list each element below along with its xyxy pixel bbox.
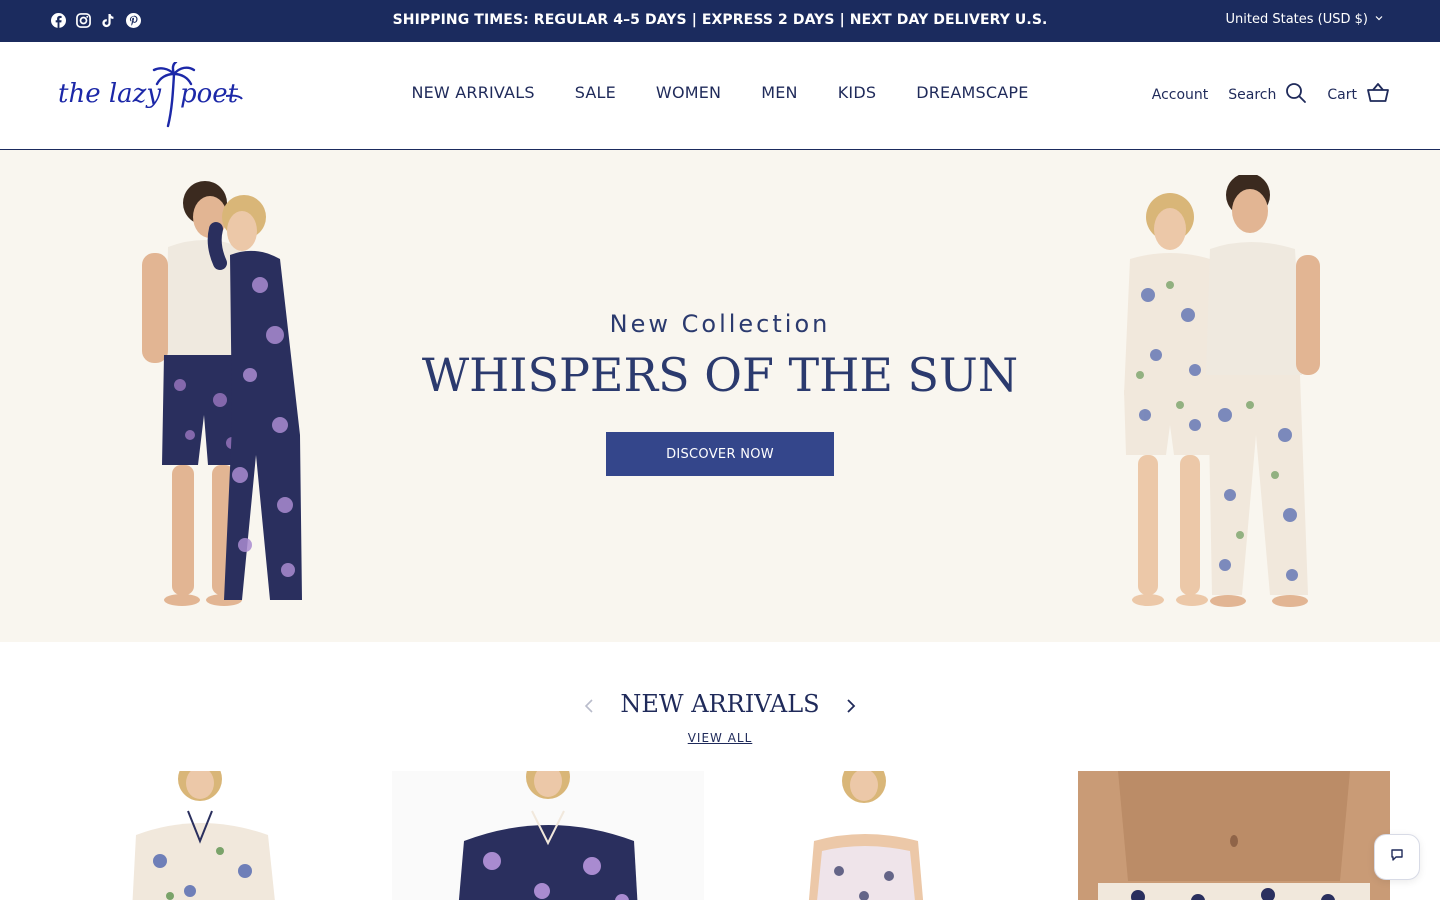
search-button[interactable]: Search (1228, 82, 1307, 108)
chat-bubble-icon (1389, 847, 1405, 867)
basket-icon (1366, 82, 1390, 108)
cart-label: Cart (1327, 87, 1357, 103)
new-arrivals-title: NEW ARRIVALS (620, 690, 820, 718)
nav-item-women[interactable]: WOMEN (656, 83, 721, 102)
svg-text:poet: poet (180, 79, 239, 109)
header-tools: Account Search Cart (1152, 82, 1390, 108)
product-image (458, 771, 638, 900)
shipping-announcement: SHIPPING TIMES: REGULAR 4–5 DAYS | EXPRE… (392, 12, 1048, 28)
product-image (132, 771, 275, 900)
account-link[interactable]: Account (1152, 87, 1209, 103)
product-card[interactable] (704, 771, 1016, 900)
product-card[interactable] (50, 771, 362, 900)
nav-item-men[interactable]: MEN (761, 83, 797, 102)
nav-item-sale[interactable]: SALE (575, 83, 616, 102)
cart-button[interactable]: Cart (1327, 82, 1390, 108)
site-logo[interactable]: the lazy poet (56, 60, 246, 132)
nav-item-dreamscape[interactable]: DREAMSCAPE (916, 83, 1028, 102)
nav-item-kids[interactable]: KIDS (838, 83, 877, 102)
announcement-bar: SHIPPING TIMES: REGULAR 4–5 DAYS | EXPRE… (0, 0, 1440, 42)
nav-item-new-arrivals[interactable]: NEW ARRIVALS (411, 83, 534, 102)
search-icon (1285, 82, 1307, 108)
product-card[interactable] (1078, 771, 1390, 900)
search-label: Search (1228, 87, 1277, 103)
currency-selector[interactable]: United States (USD $) (1226, 12, 1385, 27)
currency-label: United States (USD $) (1225, 12, 1369, 27)
account-label: Account (1151, 87, 1209, 103)
chevron-right-icon (840, 699, 862, 722)
view-all-wrap: VIEW ALL (0, 731, 1440, 745)
product-card[interactable] (392, 771, 704, 900)
carousel-next-button[interactable] (840, 694, 862, 718)
product-image (808, 771, 924, 900)
hero-banner[interactable]: New Collection WHISPERS OF THE SUN DISCO… (0, 150, 1440, 642)
view-all-link[interactable]: VIEW ALL (688, 731, 753, 745)
hero-image-right (1100, 173, 1350, 625)
discover-now-button[interactable]: DISCOVER NOW (606, 432, 834, 476)
site-header: the lazy poet NEW ARRIVALS SALE WOMEN ME… (0, 42, 1440, 150)
product-image (1078, 771, 1390, 900)
svg-text:the lazy: the lazy (58, 79, 161, 109)
chevron-down-icon (1374, 12, 1384, 27)
chat-widget-button[interactable] (1374, 834, 1420, 880)
